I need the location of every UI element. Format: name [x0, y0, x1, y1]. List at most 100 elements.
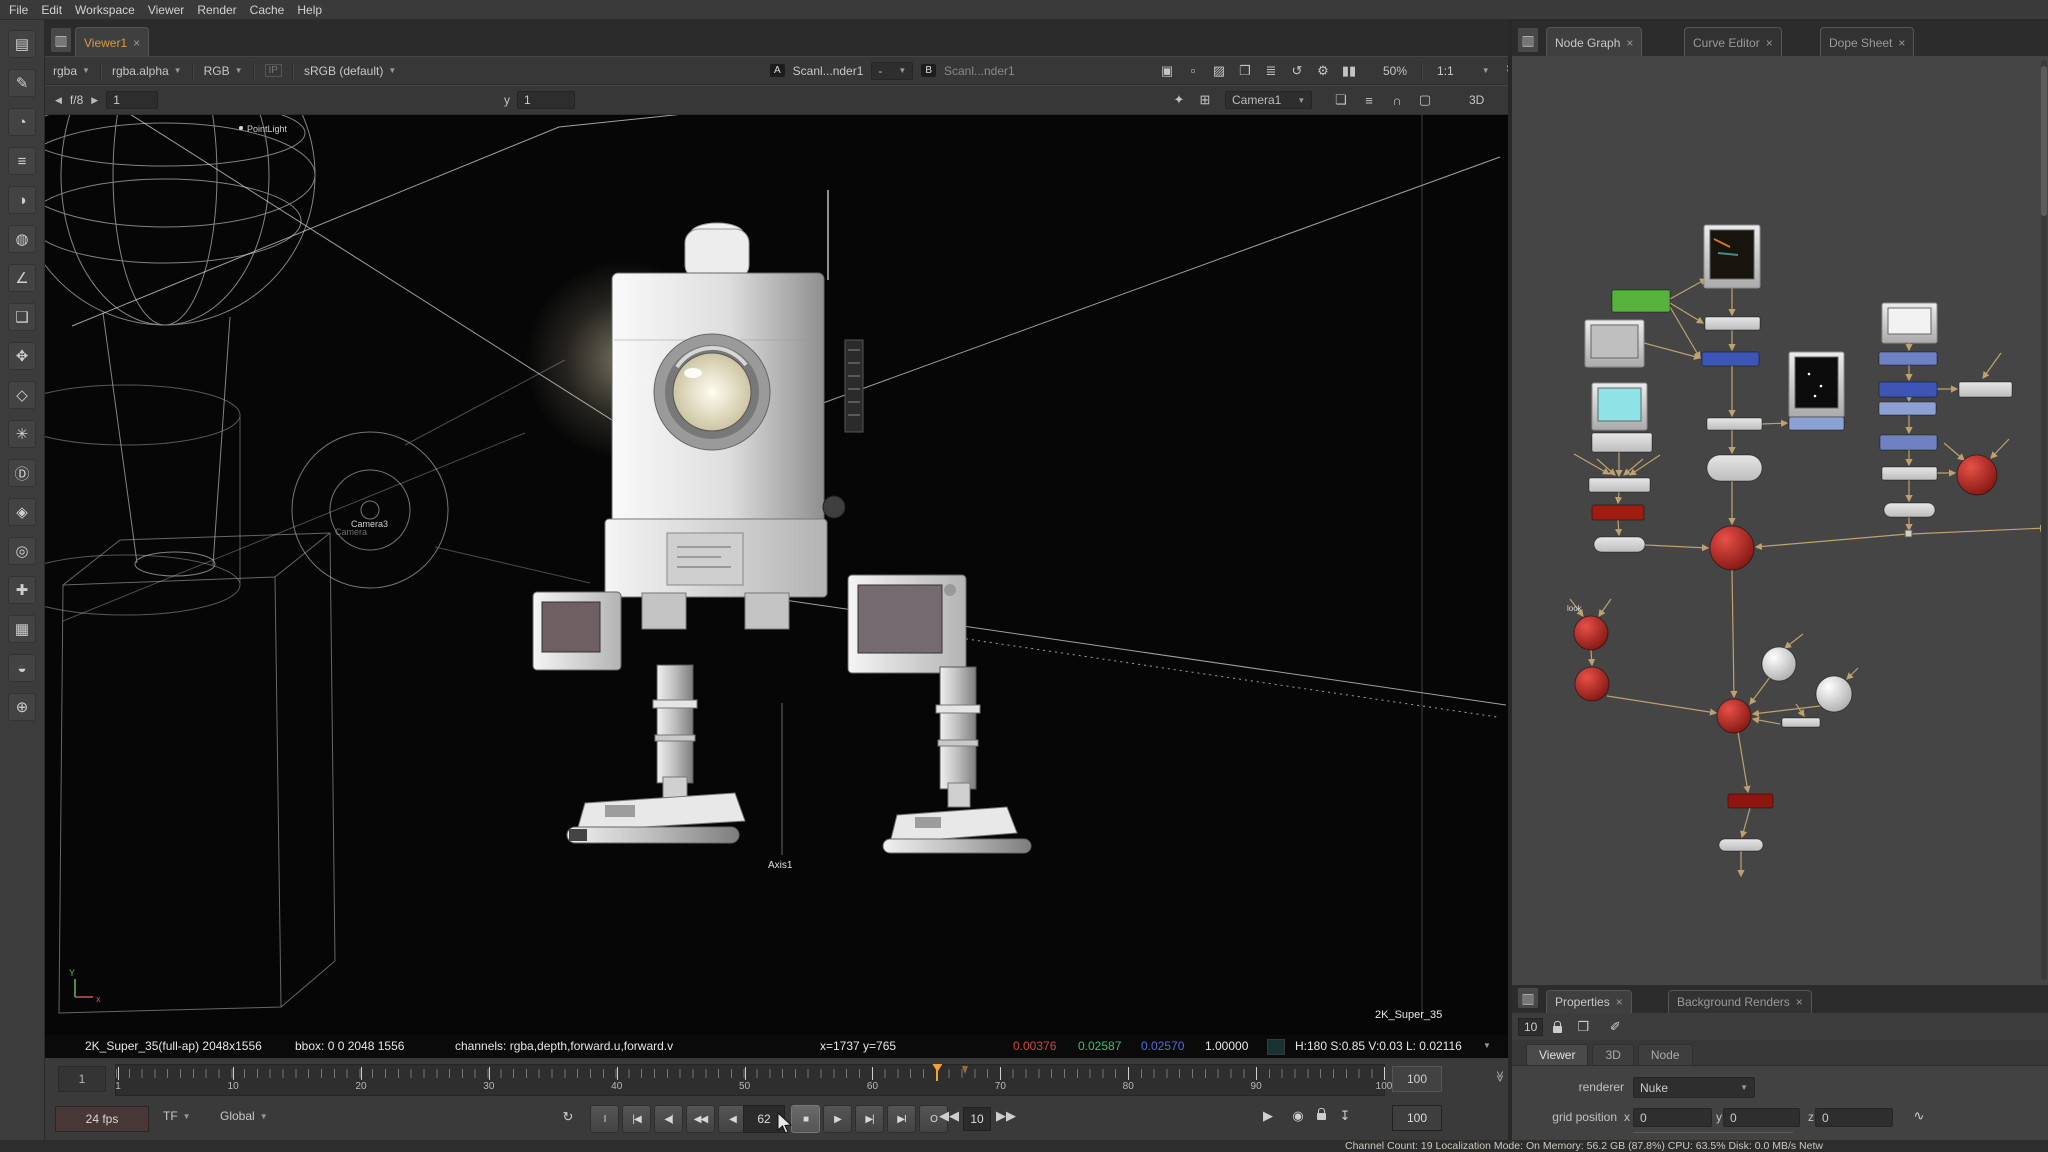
- views-nodes-icon[interactable]: ◈: [8, 498, 36, 526]
- metadata-nodes-icon[interactable]: ◎: [8, 537, 36, 565]
- grade-bar-4[interactable]: [1589, 478, 1650, 492]
- blue-bar-3[interactable]: [1879, 382, 1937, 397]
- blue-bar-4[interactable]: [1880, 435, 1937, 450]
- lock-range-icon[interactable]: [1317, 1113, 1326, 1120]
- geo-sphere-2[interactable]: [1816, 676, 1852, 712]
- max-panels-field[interactable]: 10: [1518, 1018, 1543, 1036]
- transform-nodes-icon[interactable]: ✥: [8, 342, 36, 370]
- close-icon[interactable]: ×: [1626, 36, 1633, 50]
- close-icon[interactable]: ×: [1616, 995, 1623, 1009]
- menu-render[interactable]: Render: [197, 3, 236, 17]
- lightblue-bar-1[interactable]: [1789, 417, 1844, 430]
- alpha-select[interactable]: rgba.alpha▼: [112, 64, 182, 78]
- wireframe-cylinder[interactable]: [45, 385, 240, 615]
- refresh-icon[interactable]: ↺: [1285, 63, 1309, 79]
- constant-node-green[interactable]: [1612, 290, 1670, 312]
- geo-sphere-1[interactable]: [1762, 647, 1796, 681]
- dot-capsule-1[interactable]: [1707, 455, 1762, 481]
- pane-menu-icon[interactable]: ▥: [51, 28, 71, 52]
- pane-menu-icon[interactable]: ▥: [1518, 28, 1538, 52]
- chevron-down-icon[interactable]: ▼: [1482, 66, 1490, 75]
- goto-start-button[interactable]: |◀: [622, 1105, 651, 1133]
- light-sphere-2[interactable]: [1574, 616, 1608, 650]
- step-forward-button[interactable]: ▶|: [855, 1105, 884, 1133]
- keyer-nodes-icon[interactable]: ∠: [8, 264, 36, 292]
- frame-increment-field[interactable]: 10: [963, 1107, 991, 1131]
- menu-cache[interactable]: Cache: [250, 3, 285, 17]
- lut-select[interactable]: sRGB (default)▼: [304, 64, 396, 78]
- clear-panels-icon[interactable]: ❒: [1572, 1019, 1594, 1035]
- tab-properties[interactable]: Properties ×: [1546, 990, 1632, 1013]
- next-aperture-icon[interactable]: ▶: [91, 95, 98, 106]
- viewer-3d-viewport[interactable]: PointLight Camera Camera3 Axis1 2K_Super…: [45, 115, 1508, 1035]
- menu-file[interactable]: File: [9, 3, 28, 17]
- flipbook-icon[interactable]: ↧: [1334, 1108, 1356, 1124]
- stack-icon[interactable]: ≣: [1259, 63, 1283, 79]
- lightblue-bar-2[interactable]: [1879, 402, 1936, 415]
- playback-output-icon[interactable]: ▶: [1257, 1108, 1279, 1124]
- tab-viewer1[interactable]: Viewer1 ×: [75, 27, 149, 57]
- dot-pill-3[interactable]: [1719, 839, 1763, 851]
- light-sphere-1[interactable]: [1957, 455, 1997, 495]
- playhead[interactable]: [936, 1065, 938, 1081]
- small-bar[interactable]: [1782, 718, 1820, 727]
- wireframe-shading-icon[interactable]: ≡: [1357, 93, 1381, 108]
- gain-field[interactable]: 1: [106, 91, 158, 109]
- renderer-select[interactable]: Nuke▼: [1633, 1077, 1755, 1098]
- decrement-button[interactable]: ◀◀: [938, 1108, 960, 1124]
- other-nodes-icon[interactable]: ▦: [8, 615, 36, 643]
- close-icon[interactable]: ×: [1898, 36, 1905, 50]
- read-node-3[interactable]: [1789, 352, 1844, 417]
- range-end-field[interactable]: 100: [1392, 1066, 1442, 1092]
- roi-icon[interactable]: ▣: [1155, 63, 1179, 79]
- grade-bar-5[interactable]: [1959, 382, 2012, 397]
- frame-range-button[interactable]: I: [590, 1105, 619, 1133]
- timeline-ruler[interactable]: 1102030405060708090100: [115, 1064, 1385, 1096]
- pixel-aspect-button[interactable]: 1:1: [1437, 64, 1454, 78]
- wipe-icon[interactable]: ❐: [1233, 63, 1257, 79]
- menu-viewer[interactable]: Viewer: [148, 3, 184, 17]
- merge-nodes-icon[interactable]: ❑: [8, 303, 36, 331]
- tab-curve-editor[interactable]: Curve Editor ×: [1684, 27, 1782, 57]
- grade-bar-2[interactable]: [1707, 418, 1762, 430]
- pointlight-dot[interactable]: [239, 126, 243, 130]
- proxy-icon[interactable]: ▫: [1181, 63, 1205, 78]
- image-nodes-icon[interactable]: ▤: [8, 30, 36, 58]
- prev-keyframe-button[interactable]: ◀|: [654, 1105, 683, 1133]
- read-node-1[interactable]: [1704, 225, 1760, 288]
- tab-viewer-props[interactable]: Viewer: [1526, 1044, 1588, 1065]
- marquee-select-icon[interactable]: ▢: [1413, 92, 1437, 108]
- chevron-down-icon[interactable]: ▼: [1483, 1041, 1491, 1050]
- light-sphere-3[interactable]: [1575, 667, 1609, 701]
- wireframe-cube[interactable]: [59, 533, 335, 1013]
- node-graph-panel[interactable]: look: [1512, 56, 2048, 985]
- film-gate-icon[interactable]: ❏: [1329, 92, 1353, 108]
- display-channel-select[interactable]: RGB▼: [204, 64, 243, 78]
- draw-nodes-icon[interactable]: ✎: [8, 69, 36, 97]
- layer-select[interactable]: rgba▼: [53, 64, 90, 78]
- menu-workspace[interactable]: Workspace: [75, 3, 135, 17]
- range-start-field[interactable]: 1: [58, 1066, 106, 1092]
- animation-curve-icon[interactable]: ∿: [1908, 1108, 1930, 1124]
- filter-nodes-icon[interactable]: ◍: [8, 225, 36, 253]
- tab-node-graph[interactable]: Node Graph ×: [1546, 27, 1642, 57]
- falloff-curve-icon[interactable]: ∩: [1385, 93, 1409, 108]
- red-bar-2[interactable]: [1728, 794, 1773, 808]
- tab-background-renders[interactable]: Background Renders ×: [1668, 990, 1812, 1013]
- input-b-value[interactable]: Scanl...nder1: [944, 64, 1015, 78]
- 3d-nodes-icon[interactable]: ◇: [8, 381, 36, 409]
- scene-sphere-1[interactable]: [1710, 526, 1754, 570]
- camera-select[interactable]: Camera1▼: [1225, 91, 1312, 109]
- timeline-filter-select[interactable]: TF▼: [163, 1109, 191, 1123]
- wireframe-pointlight-sphere[interactable]: [45, 115, 315, 576]
- read-node-5[interactable]: [1882, 303, 1937, 343]
- stop-button[interactable]: ■: [791, 1105, 820, 1133]
- playback-range-end-field[interactable]: 100: [1392, 1105, 1442, 1131]
- blue-bar-2[interactable]: [1879, 352, 1937, 365]
- increment-button[interactable]: ▶▶: [995, 1108, 1017, 1124]
- color-nodes-icon[interactable]: ◑: [8, 186, 36, 214]
- plugins-icon[interactable]: ⊕: [8, 693, 36, 721]
- grid-x-field[interactable]: 0: [1633, 1108, 1712, 1127]
- menu-help[interactable]: Help: [297, 3, 322, 17]
- scrollbar[interactable]: [2041, 60, 2047, 980]
